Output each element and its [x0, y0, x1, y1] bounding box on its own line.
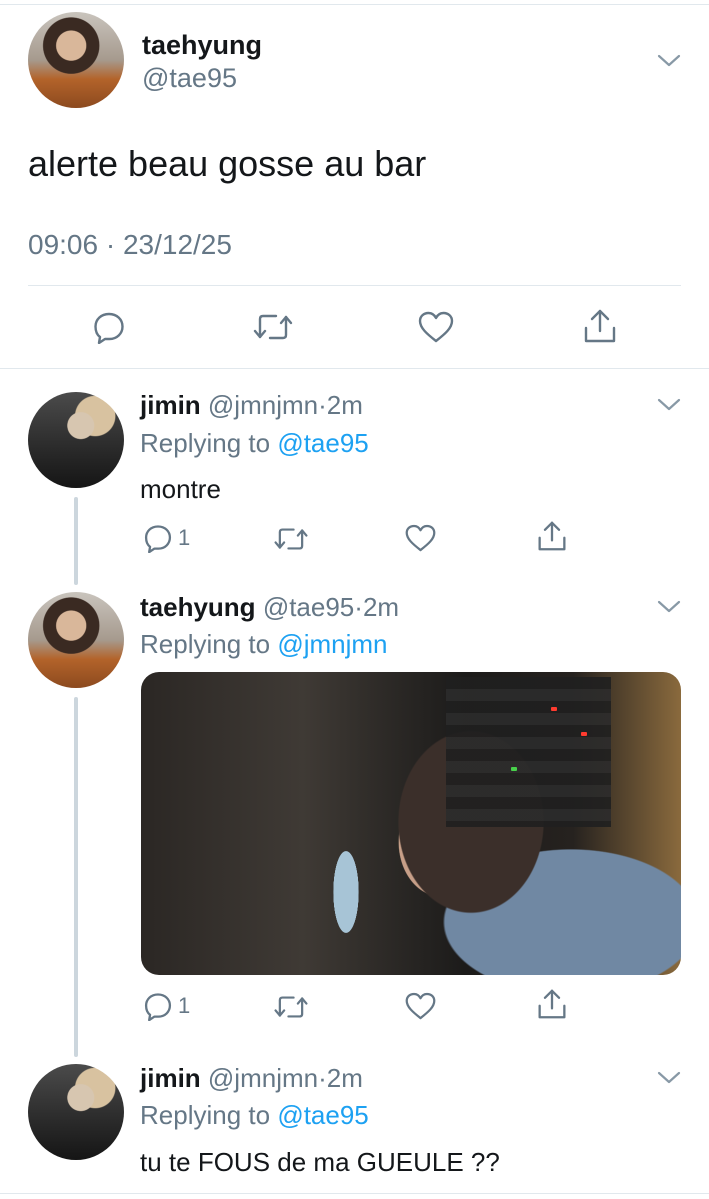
- reply-text: montre: [140, 474, 221, 504]
- replying-to-line: Replying to @tae95: [140, 428, 369, 459]
- main-tweet-avatar[interactable]: [28, 12, 124, 108]
- reply-display-name[interactable]: jimin: [140, 390, 201, 420]
- heart-icon[interactable]: [405, 524, 436, 552]
- photo-background-equipment: [446, 677, 611, 827]
- reply-separator: ·: [354, 592, 363, 622]
- reply-avatar-taehyung[interactable]: [28, 592, 124, 688]
- reply-separator: ·: [318, 1063, 327, 1093]
- reply-time: 2m: [326, 390, 363, 420]
- tweet-media-photo[interactable]: [141, 672, 681, 975]
- main-tweet-divider: [28, 285, 681, 286]
- bottom-divider: [0, 1193, 709, 1194]
- reply-header: jimin @jmnjmn·2m: [140, 390, 363, 421]
- reply-handle[interactable]: @jmnjmn: [208, 390, 318, 420]
- top-divider: [0, 4, 709, 5]
- chevron-down-icon[interactable]: [657, 1071, 681, 1085]
- replying-to-label: Replying to: [140, 428, 271, 458]
- main-tweet-handle[interactable]: @tae95: [142, 63, 237, 94]
- retweet-icon[interactable]: [273, 993, 309, 1021]
- heart-icon[interactable]: [418, 311, 454, 343]
- reply-icon[interactable]: [143, 991, 173, 1021]
- main-tweet-timestamp: 09:06 · 23/12/25: [28, 229, 232, 260]
- thread-line: [74, 697, 78, 1057]
- chevron-down-icon[interactable]: [657, 54, 681, 68]
- reply-icon[interactable]: [143, 523, 173, 553]
- retweet-icon[interactable]: [252, 311, 294, 343]
- retweet-icon[interactable]: [273, 525, 309, 553]
- reply-header: taehyung @tae95·2m: [140, 592, 399, 623]
- replying-to-label: Replying to: [140, 629, 271, 659]
- reply-separator: ·: [318, 390, 327, 420]
- reply-avatar-jimin[interactable]: [28, 1064, 124, 1160]
- reply-count: 1: [178, 993, 191, 1018]
- share-icon[interactable]: [537, 988, 567, 1020]
- main-tweet-text: alerte beau gosse au bar: [28, 143, 427, 184]
- heart-icon[interactable]: [405, 992, 436, 1020]
- main-tweet-display-name[interactable]: taehyung: [142, 30, 262, 61]
- reply-count: 1: [178, 525, 191, 550]
- reply-header: jimin @jmnjmn·2m: [140, 1063, 363, 1094]
- photo-detail: [511, 767, 517, 771]
- reply-time: 2m: [326, 1063, 363, 1093]
- replying-to-line: Replying to @tae95: [140, 1100, 369, 1131]
- replying-to-mention[interactable]: @tae95: [277, 428, 368, 458]
- chevron-down-icon[interactable]: [657, 398, 681, 412]
- reply-icon[interactable]: [92, 310, 126, 344]
- replying-to-line: Replying to @jmnjmn: [140, 629, 388, 660]
- replying-to-mention[interactable]: @tae95: [277, 1100, 368, 1130]
- reply-text: tu te FOUS de ma GUEULE ??: [140, 1147, 500, 1177]
- reply-time: 2m: [362, 592, 400, 622]
- reply-display-name[interactable]: jimin: [140, 1063, 201, 1093]
- replying-to-mention[interactable]: @jmnjmn: [277, 629, 387, 659]
- reply-handle[interactable]: @tae95: [263, 592, 354, 622]
- share-icon[interactable]: [537, 520, 567, 552]
- reply-avatar-jimin[interactable]: [28, 392, 124, 488]
- replying-to-label: Replying to: [140, 1100, 271, 1130]
- chevron-down-icon[interactable]: [657, 600, 681, 614]
- reply-display-name[interactable]: taehyung: [140, 592, 256, 622]
- reply-handle[interactable]: @jmnjmn: [208, 1063, 318, 1093]
- share-icon[interactable]: [583, 308, 617, 344]
- photo-detail: [581, 732, 587, 736]
- photo-detail: [551, 707, 557, 711]
- thread-line: [74, 497, 78, 585]
- section-divider: [0, 368, 709, 369]
- tweet-thread-page: taehyung @tae95 alerte beau gosse au bar…: [0, 0, 709, 1199]
